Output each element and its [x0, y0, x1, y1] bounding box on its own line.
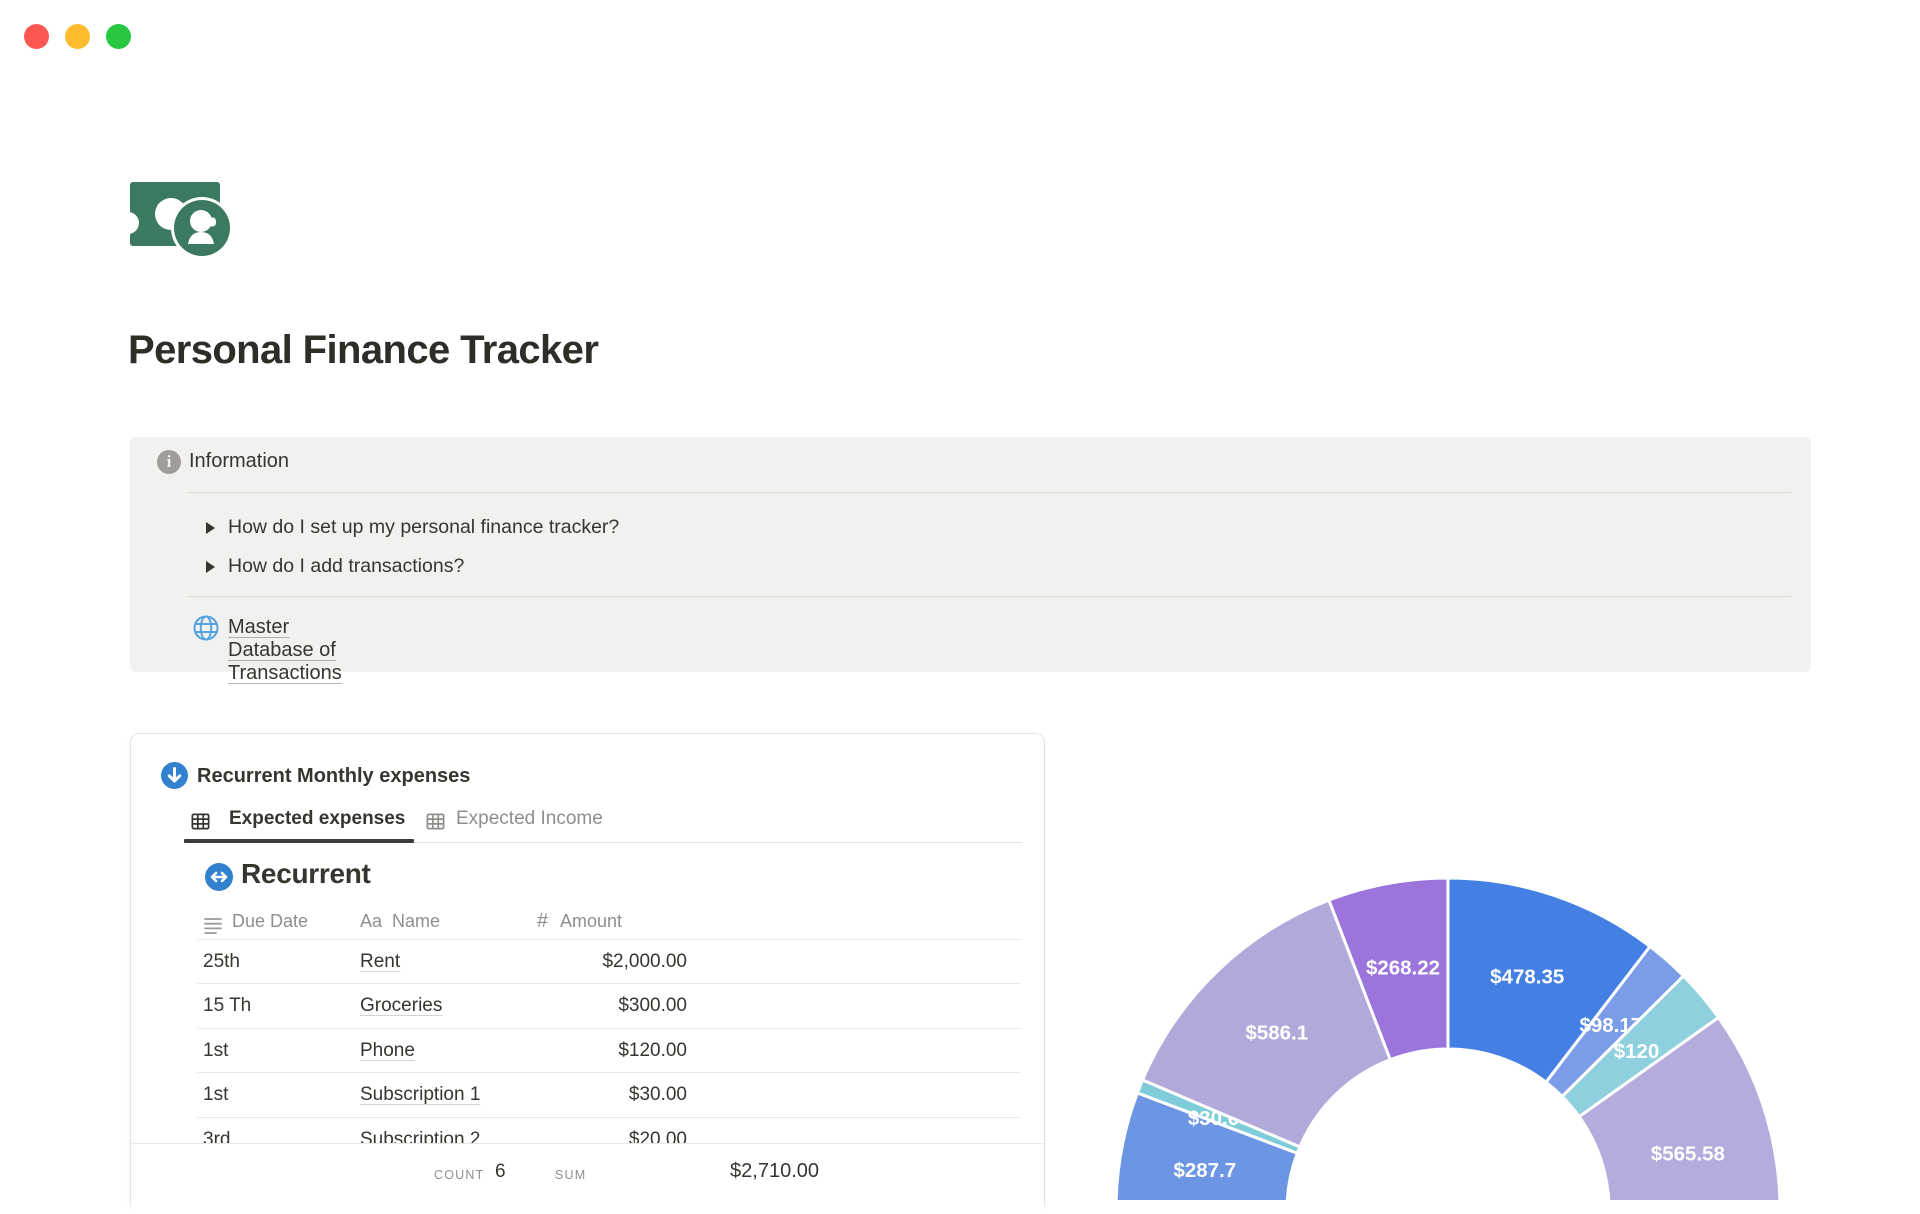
page-icon-money-icon[interactable] [130, 176, 242, 262]
master-database-link-label: Master Database of Transactions [228, 616, 342, 684]
toggle-triangle-icon[interactable] [206, 561, 215, 573]
list-lines-icon [204, 918, 222, 934]
toggle-triangle-icon[interactable] [206, 522, 215, 534]
recurrent-expenses-card: Recurrent Monthly expenses Expected expe… [130, 733, 1045, 1214]
divider [187, 596, 1791, 597]
table-row-groceries[interactable]: 15 Th Groceries $300.00 [131, 983, 1044, 1027]
toggle-add-transactions-question[interactable]: How do I add transactions? [187, 548, 1791, 586]
row-name-link[interactable]: Rent [360, 951, 400, 973]
donut-segment-label: $287.7 [1173, 1159, 1236, 1182]
table-footer: COUNT 6 SUM $2,710.00 [131, 1143, 1044, 1214]
table-row-phone[interactable]: 1st Phone $120.00 [131, 1028, 1044, 1072]
information-callout: i Information How do I set up my persona… [130, 437, 1811, 684]
table-icon [191, 813, 210, 830]
page-title: Personal Finance Tracker [128, 328, 599, 372]
donut-segment-label: $586.1 [1245, 1022, 1308, 1045]
toggle-setup-question[interactable]: How do I set up my personal finance trac… [187, 509, 1791, 547]
donut-segment-label: $565.58 [1651, 1142, 1725, 1165]
row-name-link[interactable]: Phone [360, 1040, 415, 1062]
column-header-name[interactable]: Name [392, 911, 440, 932]
circle-left-right-arrows-icon [205, 863, 233, 891]
card-title: Recurrent Monthly expenses [197, 765, 471, 787]
donut-segment-label: $268.22 [1366, 957, 1440, 980]
table-header-row: Due Date Aa Name # Amount [131, 910, 1044, 939]
column-header-amount[interactable]: Amount [560, 911, 622, 932]
zoom-button[interactable] [106, 24, 131, 49]
close-button[interactable] [24, 24, 49, 49]
minimize-button[interactable] [65, 24, 90, 49]
section-title: Recurrent [241, 858, 371, 889]
donut-segment-label: $478.35 [1490, 966, 1564, 989]
row-name-link[interactable]: Groceries [360, 995, 442, 1017]
table-icon [426, 813, 445, 830]
number-sign-icon: # [537, 910, 549, 932]
callout-title: Information [189, 450, 290, 472]
donut-segment-label: $120 [1614, 1040, 1660, 1063]
row-name-link[interactable]: Subscription 1 [360, 1084, 480, 1106]
active-tab-underline [184, 839, 414, 843]
table-row-rent[interactable]: 25th Rent $2,000.00 [131, 939, 1044, 983]
divider [187, 492, 1791, 493]
expenses-donut-chart: $478.35$98.17$120$565.58$287.7$30.68$586… [1114, 876, 1782, 1200]
aa-icon: Aa [360, 911, 383, 931]
column-header-due-date[interactable]: Due Date [232, 911, 308, 932]
globe-icon [193, 615, 219, 641]
table-row-subscription-1[interactable]: 1st Subscription 1 $30.00 [131, 1072, 1044, 1116]
circle-down-arrow-icon [161, 762, 188, 789]
info-icon: i [157, 450, 181, 474]
